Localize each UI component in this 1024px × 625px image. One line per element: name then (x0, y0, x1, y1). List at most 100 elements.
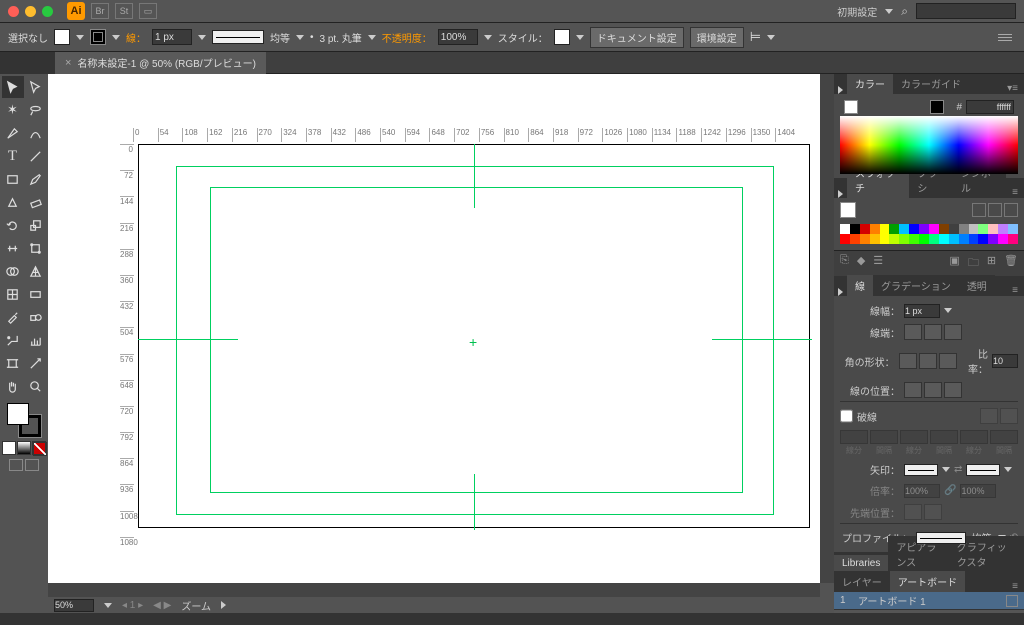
swatch[interactable] (1008, 224, 1018, 234)
scrollbar-vertical[interactable] (820, 74, 834, 583)
dash-preserve-buttons[interactable] (980, 408, 1018, 424)
trash-icon[interactable]: 🗑 (1004, 254, 1018, 273)
align-buttons[interactable] (904, 382, 962, 398)
color-stroke-icon[interactable] (930, 100, 944, 114)
color-fill-icon[interactable] (844, 100, 858, 114)
hex-input[interactable] (966, 100, 1014, 114)
align-icon[interactable]: ⊨ (750, 29, 761, 45)
tab-libraries[interactable]: Libraries (834, 555, 888, 572)
swatch[interactable] (988, 224, 998, 234)
profile-preview[interactable] (916, 532, 966, 544)
scrollbar-horizontal[interactable] (48, 583, 820, 597)
swatch[interactable] (998, 234, 1008, 244)
swatch[interactable] (850, 234, 860, 244)
guide[interactable] (742, 187, 743, 493)
document-tab[interactable]: × 名称未設定-1 @ 50% (RGB/プレビュー) (55, 52, 266, 74)
guide[interactable] (138, 339, 238, 340)
new-group-icon[interactable]: ▣ (949, 254, 959, 273)
canvas[interactable]: 0541081622162703243784324865405946487027… (48, 74, 820, 583)
swatch[interactable] (959, 224, 969, 234)
guide[interactable] (210, 187, 211, 493)
symbol-sprayer-tool[interactable] (2, 329, 24, 351)
arrow-scale-start[interactable] (904, 484, 940, 498)
shape-builder-tool[interactable] (2, 260, 24, 282)
cap-buttons[interactable] (904, 324, 962, 340)
swatch-lib-icon[interactable]: ⎘ (840, 254, 849, 273)
swatch[interactable] (969, 234, 979, 244)
curvature-tool[interactable] (25, 122, 47, 144)
zoom-tool[interactable] (25, 375, 47, 397)
new-swatch-icon[interactable]: ⊞ (987, 254, 996, 273)
swatch[interactable] (889, 224, 899, 234)
swatch[interactable] (909, 224, 919, 234)
scale-tool[interactable] (25, 214, 47, 236)
tab-layers[interactable]: レイヤー (834, 571, 890, 592)
guide[interactable] (773, 166, 774, 515)
tab-artboards[interactable]: アートボード (890, 571, 965, 592)
magic-wand-tool[interactable]: ✶ (2, 99, 24, 121)
arrow-scale-end[interactable] (960, 484, 996, 498)
close-tab-icon[interactable]: × (65, 57, 71, 69)
zoom-window-button[interactable] (42, 6, 53, 17)
swatch[interactable] (860, 224, 870, 234)
swatch[interactable] (929, 234, 939, 244)
swatch[interactable] (978, 224, 988, 234)
swatch-view-icon[interactable] (1004, 203, 1018, 217)
fill-swatch[interactable] (54, 29, 70, 45)
control-menu-icon[interactable] (994, 28, 1016, 46)
swatch[interactable] (870, 224, 880, 234)
swatch[interactable] (919, 234, 929, 244)
swatch-view-icon[interactable] (972, 203, 986, 217)
graph-tool[interactable] (25, 329, 47, 351)
type-tool[interactable]: T (2, 145, 24, 167)
swatch[interactable] (978, 234, 988, 244)
stroke-width-input[interactable] (152, 29, 192, 45)
swatch[interactable] (949, 234, 959, 244)
swatch[interactable] (929, 224, 939, 234)
swatch-kind-icon[interactable]: ◆ (857, 254, 865, 273)
stock-icon[interactable]: St (115, 3, 133, 19)
guide[interactable] (210, 492, 743, 493)
swatch[interactable] (870, 234, 880, 244)
ratio-input[interactable] (992, 354, 1018, 368)
swatch[interactable] (840, 234, 850, 244)
guide[interactable] (210, 187, 743, 188)
workspace-menu[interactable]: 初期設定 (837, 4, 877, 19)
swatch[interactable] (880, 234, 890, 244)
swatch-view-icon[interactable] (988, 203, 1002, 217)
swatch[interactable] (939, 224, 949, 234)
slice-tool[interactable] (25, 352, 47, 374)
swatch-opts-icon[interactable]: ☰ (873, 254, 883, 273)
zoom-input[interactable] (54, 599, 94, 612)
stroke-profile-preview[interactable] (212, 30, 264, 44)
stroke-swatch[interactable] (90, 29, 106, 45)
shaper-tool[interactable] (2, 191, 24, 213)
rectangle-tool[interactable] (2, 168, 24, 190)
bridge-icon[interactable]: Br (91, 3, 109, 19)
color-spectrum[interactable] (840, 116, 1018, 174)
selection-tool[interactable] (2, 76, 24, 98)
panel-menu-icon[interactable]: ≡ (1006, 187, 1024, 198)
tab-gradient[interactable]: グラデーション (873, 275, 959, 296)
width-tool[interactable] (2, 237, 24, 259)
doc-setup-button[interactable]: ドキュメント設定 (590, 27, 684, 48)
style-swatch[interactable] (554, 29, 570, 45)
direct-selection-tool[interactable] (25, 76, 47, 98)
eraser-tool[interactable] (25, 191, 47, 213)
swatch[interactable] (880, 224, 890, 234)
mesh-tool[interactable] (2, 283, 24, 305)
swatch[interactable] (1008, 234, 1018, 244)
swatch[interactable] (969, 224, 979, 234)
guide[interactable] (474, 144, 475, 208)
arrow-start[interactable] (904, 464, 938, 476)
dash-checkbox[interactable] (840, 409, 853, 423)
line-tool[interactable] (25, 145, 47, 167)
swatch[interactable] (850, 224, 860, 234)
artboard-row[interactable]: 1アートボード 1 (834, 592, 1024, 610)
swatch[interactable] (899, 234, 909, 244)
brush-label[interactable]: 3 pt. 丸筆 (320, 30, 362, 45)
panel-menu-icon[interactable]: ≡ (1006, 581, 1024, 592)
new-folder-icon[interactable]: 🗀 (968, 254, 979, 273)
panel-menu-icon[interactable]: ▾≡ (1001, 83, 1024, 94)
perspective-tool[interactable] (25, 260, 47, 282)
